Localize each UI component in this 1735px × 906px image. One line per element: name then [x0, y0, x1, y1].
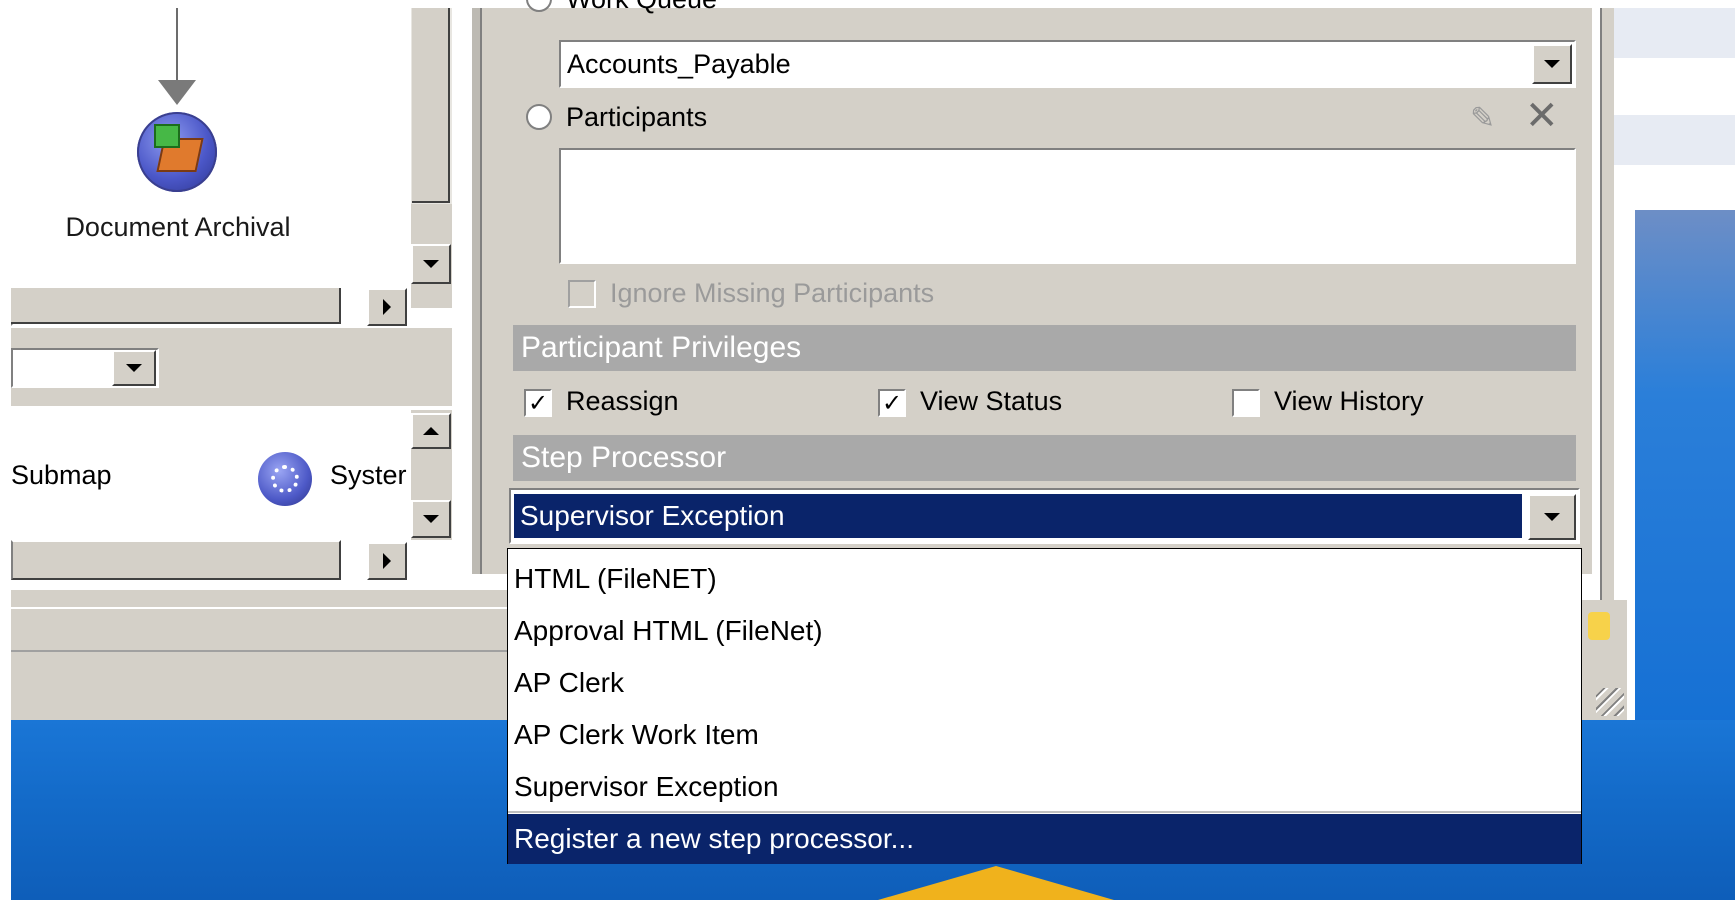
dropdown-option[interactable]: Approval HTML (FileNet) [514, 615, 823, 647]
palette-dropdown-button[interactable] [112, 350, 156, 386]
view-history-checkbox[interactable] [1232, 389, 1260, 417]
work-queue-dropdown-button[interactable] [1532, 44, 1572, 84]
scroll-down-button[interactable] [411, 500, 451, 538]
step-processor-header: Step Processor [513, 435, 1576, 481]
gear-icon [271, 465, 299, 493]
palette-hscroll-thumb[interactable] [11, 540, 341, 580]
ignore-missing-label: Ignore Missing Participants [610, 278, 935, 308]
reassign-label: Reassign [566, 386, 679, 416]
background-row [1614, 115, 1735, 165]
chevron-right-icon [383, 553, 391, 569]
system-label: Syster [330, 460, 407, 490]
flow-arrow-icon [158, 80, 196, 105]
scroll-right-button[interactable] [367, 542, 407, 580]
dropdown-option[interactable]: AP Clerk Work Item [514, 719, 759, 751]
chevron-down-icon [126, 364, 142, 372]
vertical-scrollbar-thumb[interactable] [412, 8, 450, 203]
dropdown-option[interactable]: Supervisor Exception [514, 771, 779, 803]
work-queue-label: Work Queue [566, 0, 717, 15]
reassign-checkbox[interactable]: ✓ [524, 389, 552, 417]
view-status-checkbox[interactable]: ✓ [878, 389, 906, 417]
ignore-missing-checkbox[interactable] [568, 280, 596, 308]
register-step-processor-option[interactable]: Register a new step processor... [508, 814, 1581, 864]
step-processor-dropdown-list[interactable]: HTML (FileNET) Approval HTML (FileNet) A… [507, 548, 1582, 864]
view-status-label: View Status [920, 386, 1063, 416]
dropdown-separator [508, 811, 1581, 813]
view-history-label: View History [1274, 386, 1424, 416]
note-icon [1588, 612, 1610, 640]
chevron-right-icon [383, 299, 391, 315]
scroll-up-button[interactable] [411, 413, 451, 449]
status-bar-divider [11, 650, 508, 652]
close-icon[interactable]: ✕ [1525, 96, 1565, 136]
system-step-icon[interactable] [258, 452, 312, 506]
frame-margin [0, 0, 11, 906]
document-archival-label: Document Archival [65, 212, 291, 242]
work-queue-select[interactable]: Accounts_Payable [559, 40, 1576, 88]
frame-margin-bottom [0, 900, 1735, 906]
chevron-up-icon [423, 427, 439, 435]
panel-right-border [1600, 8, 1614, 608]
status-bar [11, 590, 508, 720]
submap-label: Submap [11, 460, 112, 490]
chevron-down-icon [423, 260, 439, 268]
status-bar-highlight [11, 607, 508, 609]
dropdown-option[interactable]: HTML (FileNET) [514, 563, 717, 595]
scroll-right-button[interactable] [367, 288, 407, 326]
horizontal-scrollbar-thumb[interactable] [11, 288, 341, 324]
dropdown-option[interactable]: AP Clerk [514, 667, 624, 699]
archive-arrow-icon [154, 124, 180, 148]
flow-connector [176, 8, 178, 84]
participant-privileges-header: Participant Privileges [513, 325, 1576, 371]
panel-splitter[interactable] [472, 8, 482, 574]
chevron-down-icon [423, 515, 439, 523]
participants-radio[interactable] [526, 104, 552, 130]
step-processor-dropdown-button[interactable] [1528, 494, 1576, 540]
participants-list[interactable] [559, 148, 1576, 264]
background-row [1614, 8, 1735, 58]
callout-arrow-icon [878, 866, 1114, 900]
chevron-down-icon [1544, 513, 1560, 521]
participants-label: Participants [566, 102, 708, 132]
scroll-down-button[interactable] [411, 244, 451, 284]
step-processor-value: Supervisor Exception [514, 494, 1522, 538]
desktop-wallpaper [1635, 210, 1735, 730]
pencil-icon[interactable]: ✎ [1470, 102, 1504, 136]
work-queue-value: Accounts_Payable [567, 48, 791, 79]
resize-grip-icon[interactable] [1596, 688, 1624, 716]
chevron-down-icon [1544, 60, 1560, 68]
